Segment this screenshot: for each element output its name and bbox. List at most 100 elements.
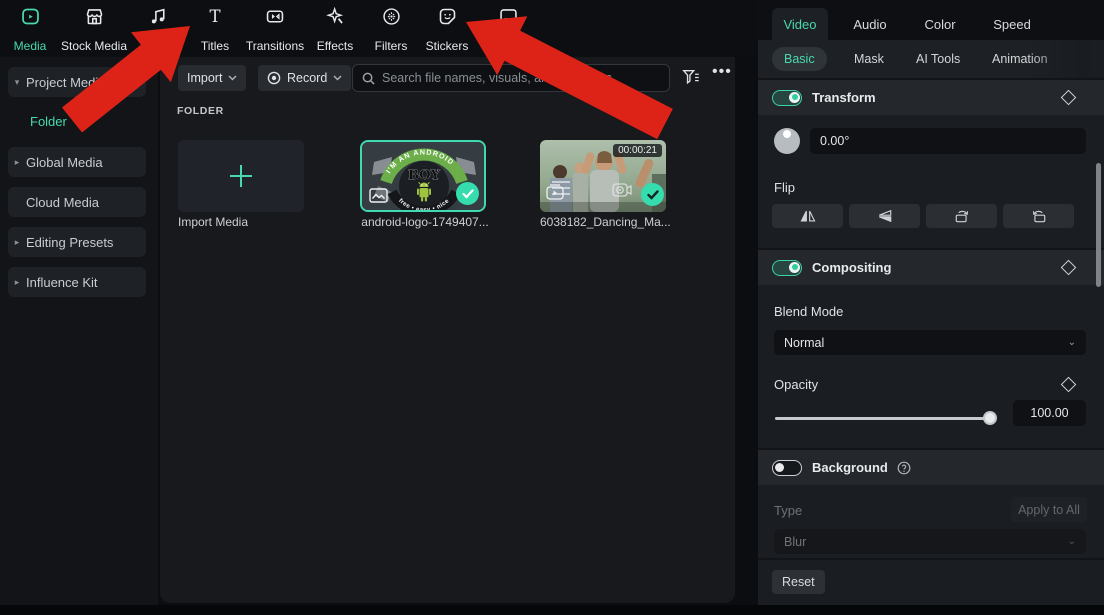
background-toggle[interactable] <box>772 459 802 476</box>
subtab-animation[interactable]: Animation <box>980 47 1060 71</box>
blend-mode-dropdown[interactable]: Normal ⌄ <box>774 330 1086 355</box>
effects-icon <box>325 5 346 27</box>
filters-icon <box>381 5 402 27</box>
templates-icon <box>498 5 519 27</box>
background-type-label: Type <box>774 503 803 518</box>
media-item-android-logo[interactable]: I'M AN ANDROID BOY ★ ★ free • easy • nic… <box>360 140 486 212</box>
rotation-value-field[interactable]: 0.00° <box>810 128 1086 154</box>
caret-right-icon: ▸ <box>14 276 20 287</box>
media-sidebar: ▾ Project Media Folder ▸ Global Media Cl… <box>0 57 158 605</box>
camera-icon <box>612 183 632 197</box>
tab-filters[interactable]: Filters <box>368 5 414 53</box>
titles-icon: T <box>204 5 226 27</box>
folder-section-label: FOLDER <box>177 105 224 117</box>
sidebar-item-label: Influence Kit <box>26 274 98 290</box>
tab-stock-media[interactable]: Stock Media <box>60 5 128 53</box>
slider-thumb[interactable] <box>983 411 997 425</box>
divider <box>758 558 1104 560</box>
sidebar-item-label: Cloud Media <box>26 194 99 210</box>
reset-button[interactable]: Reset <box>772 570 825 594</box>
inspector-subtab-bar: Basic Mask AI Tools Animation <box>758 40 1090 78</box>
filter-icon[interactable] <box>681 67 701 92</box>
sidebar-item-folder[interactable]: Folder <box>30 114 67 129</box>
properties-panel: Video Audio Color Speed Basic Mask AI To… <box>758 0 1104 605</box>
video-clip-icon <box>546 184 564 200</box>
tab-speed[interactable]: Speed <box>984 8 1040 40</box>
tab-audio[interactable]: Audio <box>138 5 178 53</box>
chevron-down-icon <box>228 75 237 81</box>
plus-icon <box>230 165 252 187</box>
top-toolbar: Media Stock Media Audio T Titles Transit… <box>0 0 758 57</box>
tab-effects[interactable]: Effects <box>312 5 358 53</box>
record-button[interactable]: Record <box>258 65 352 91</box>
rotate-ccw-button[interactable] <box>1003 204 1074 228</box>
sidebar-item-label: Global Media <box>26 154 103 170</box>
tab-media[interactable]: Media <box>7 5 53 53</box>
rotate-cw-icon <box>955 210 968 223</box>
chevron-down-icon: ⌄ <box>1067 337 1076 348</box>
blend-mode-label: Blend Mode <box>774 304 844 319</box>
background-options-disabled: Type Apply to All Blur ⌄ <box>758 483 1104 558</box>
tab-stickers[interactable]: Stickers <box>422 5 472 53</box>
svg-text:T: T <box>209 6 220 25</box>
selected-check-icon <box>641 183 664 206</box>
transform-section-header: Transform <box>758 78 1104 115</box>
tab-video[interactable]: Video <box>772 8 828 40</box>
media-item-label: android-logo-1749407... <box>361 215 489 229</box>
compositing-toggle[interactable] <box>772 259 802 276</box>
subtab-ai-tools[interactable]: AI Tools <box>904 47 972 71</box>
flip-horizontal-icon <box>800 210 815 222</box>
sidebar-item-editing-presets[interactable]: ▸ Editing Presets <box>8 227 146 257</box>
duration-badge: 00:00:21 <box>613 144 662 157</box>
search-bar[interactable] <box>352 64 670 92</box>
tab-audio[interactable]: Audio <box>842 8 898 40</box>
selected-check-icon <box>456 182 479 205</box>
transform-title: Transform <box>812 90 876 105</box>
inspector-scrollbar[interactable] <box>1096 163 1101 287</box>
tab-color[interactable]: Color <box>912 8 968 40</box>
sidebar-item-cloud-media[interactable]: Cloud Media <box>8 187 146 217</box>
subtab-basic[interactable]: Basic <box>772 47 827 71</box>
image-type-icon <box>369 188 388 203</box>
search-input[interactable] <box>382 71 660 85</box>
stickers-icon <box>437 5 458 27</box>
tab-transitions[interactable]: Transitions <box>244 5 306 53</box>
rotate-cw-button[interactable] <box>926 204 997 228</box>
media-library-panel: Import Record ••• FOLDER Import Media I'… <box>160 57 735 603</box>
media-item-label: 6038182_Dancing_Ma... <box>540 215 670 229</box>
chevron-down-icon: ⌄ <box>1067 536 1076 547</box>
opacity-slider[interactable] <box>775 411 997 425</box>
inspector-tab-bar: Video Audio Color Speed <box>758 0 1104 40</box>
keyframe-diamond-icon[interactable] <box>1060 259 1077 276</box>
apply-to-all-button[interactable]: Apply to All <box>1011 497 1087 522</box>
background-title: Background <box>812 460 888 475</box>
caret-right-icon: ▸ <box>14 156 20 167</box>
sidebar-item-label: Project Media <box>26 74 106 90</box>
sidebar-item-global-media[interactable]: ▸ Global Media <box>8 147 146 177</box>
compositing-title: Compositing <box>812 260 892 275</box>
transitions-icon <box>264 5 286 27</box>
rotate-ccw-icon <box>1032 210 1045 223</box>
keyframe-diamond-icon[interactable] <box>1060 376 1077 393</box>
rotation-dial[interactable] <box>774 128 800 154</box>
search-icon <box>362 72 375 85</box>
caret-down-icon: ▾ <box>14 76 20 87</box>
opacity-value-field[interactable]: 100.00 <box>1013 400 1086 426</box>
import-media-tile[interactable] <box>178 140 304 212</box>
tab-titles[interactable]: T Titles <box>193 5 237 53</box>
tab-templates[interactable]: Templates <box>481 5 535 53</box>
help-icon[interactable] <box>897 461 911 475</box>
flip-label: Flip <box>774 180 795 195</box>
background-type-dropdown[interactable]: Blur ⌄ <box>774 529 1086 554</box>
import-button[interactable]: Import <box>178 65 247 91</box>
flip-horizontal-button[interactable] <box>772 204 843 228</box>
sidebar-item-project-media[interactable]: ▾ Project Media <box>8 67 146 97</box>
media-item-dancing-video[interactable]: 00:00:21 <box>540 140 666 212</box>
more-options-icon[interactable]: ••• <box>712 63 732 81</box>
keyframe-diamond-icon[interactable] <box>1060 89 1077 106</box>
sidebar-item-influence-kit[interactable]: ▸ Influence Kit <box>8 267 146 297</box>
subtab-mask[interactable]: Mask <box>842 47 896 71</box>
import-media-tile-label: Import Media <box>178 215 249 229</box>
transform-toggle[interactable] <box>772 89 802 106</box>
flip-vertical-button[interactable] <box>849 204 920 228</box>
